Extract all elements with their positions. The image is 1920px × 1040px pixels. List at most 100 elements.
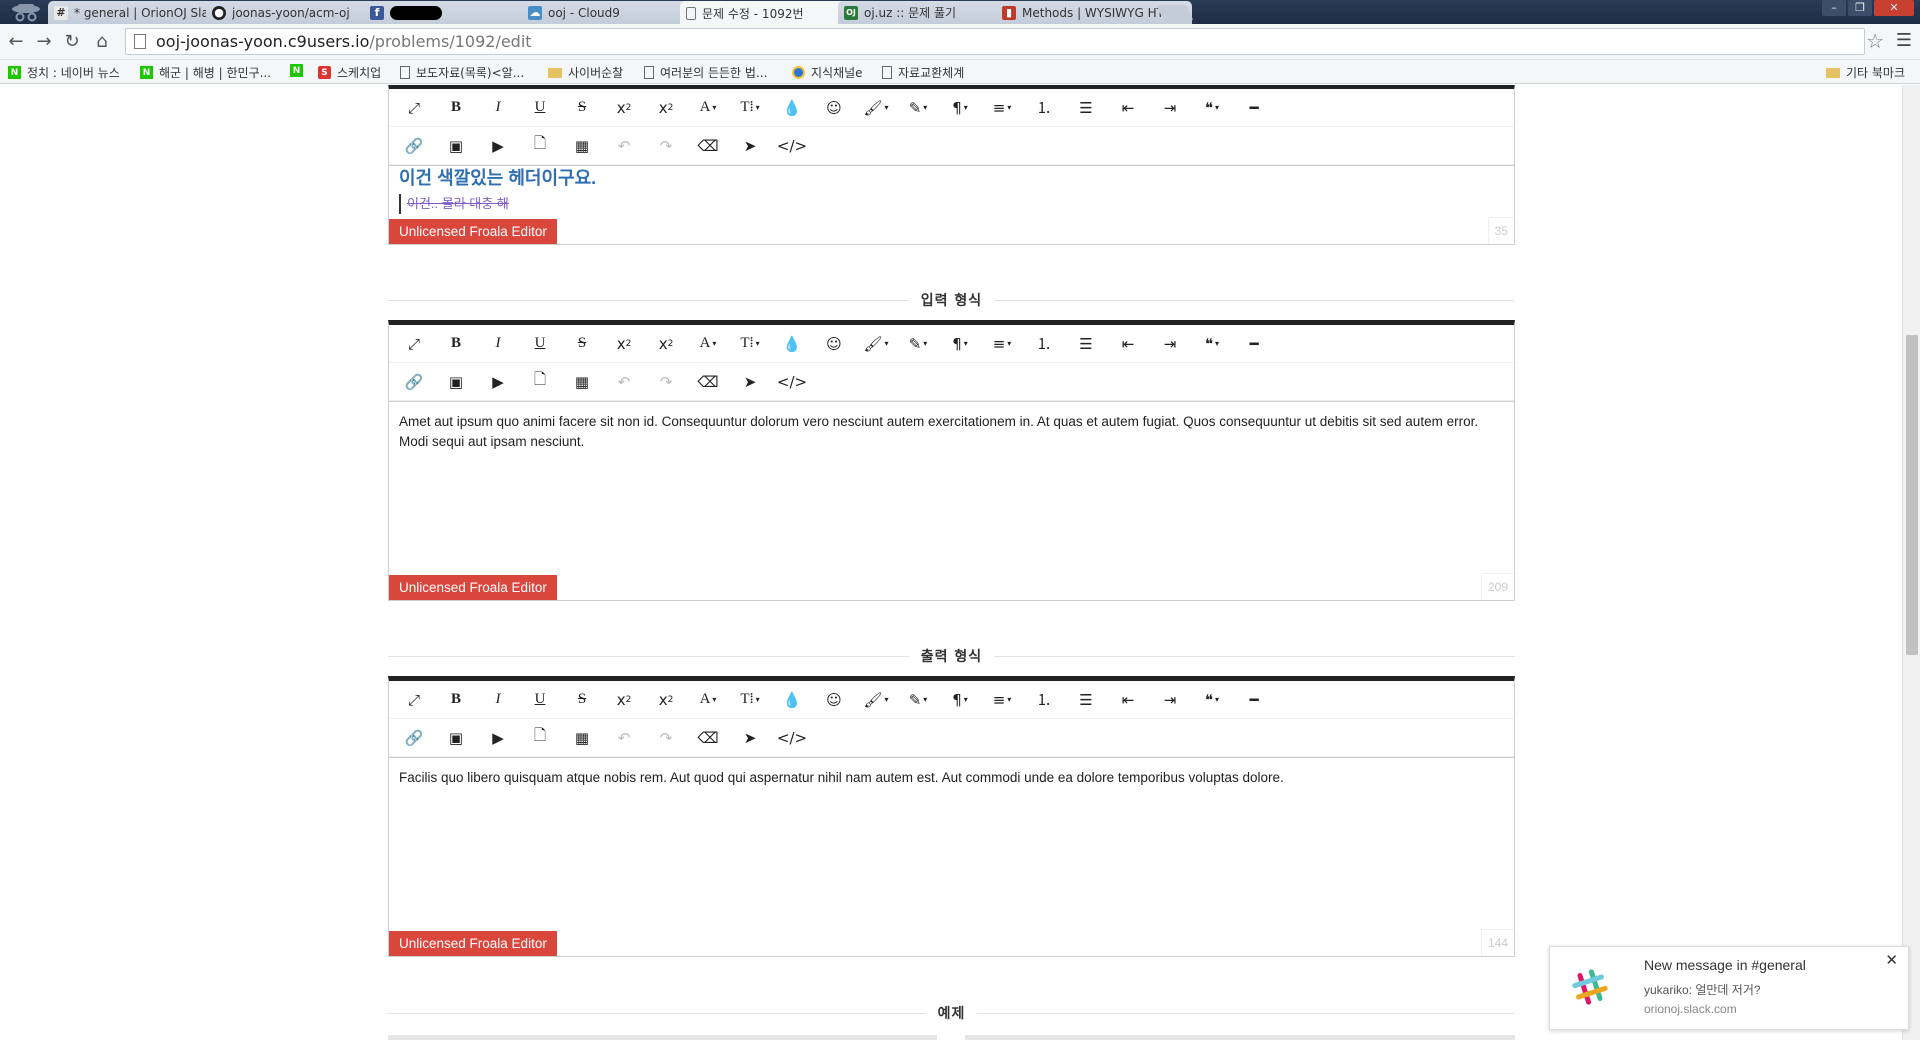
- window-close-icon[interactable]: ✕: [1874, 0, 1914, 16]
- font-size-icon[interactable]: T⁞ ▾: [729, 685, 771, 715]
- bookmark-item[interactable]: N 정치 : 네이버 뉴스: [8, 64, 120, 81]
- unordered-list-icon[interactable]: ☰: [1065, 93, 1107, 123]
- code-view-icon[interactable]: </>: [771, 131, 813, 161]
- unlicensed-badge[interactable]: Unlicensed Froala Editor: [389, 219, 557, 244]
- fullscreen-icon[interactable]: ⤢: [393, 685, 435, 715]
- horizontal-line-icon[interactable]: ━: [1233, 93, 1275, 123]
- bookmark-item[interactable]: 자료교환체계: [882, 64, 964, 81]
- clear-formatting-icon[interactable]: ⌫: [687, 131, 729, 161]
- bookmark-item[interactable]: 사이버순찰: [548, 64, 623, 81]
- outdent-icon[interactable]: ⇤: [1107, 685, 1149, 715]
- quote-icon[interactable]: ❝ ▾: [1191, 93, 1233, 123]
- align-icon[interactable]: ≡ ▾: [981, 685, 1023, 715]
- color-icon[interactable]: 💧: [771, 93, 813, 123]
- bookmark-item[interactable]: 여러분의 든든한 법...: [644, 64, 767, 81]
- italic-icon[interactable]: I: [477, 93, 519, 123]
- code-view-icon[interactable]: </>: [771, 723, 813, 753]
- address-bar[interactable]: ooj-joonas-yoon.c9users.io/problems/1092…: [125, 28, 1865, 55]
- editor-content[interactable]: Amet aut ipsum quo animi facere sit non …: [389, 401, 1514, 600]
- font-size-icon[interactable]: T⁞ ▾: [729, 93, 771, 123]
- underline-icon[interactable]: U: [519, 329, 561, 359]
- emoticons-icon[interactable]: ☺: [813, 93, 855, 123]
- paragraph-style-icon[interactable]: ✎ ▾: [897, 93, 939, 123]
- video-icon[interactable]: ▶: [477, 723, 519, 753]
- bold-icon[interactable]: B: [435, 93, 477, 123]
- quote-icon[interactable]: ❝ ▾: [1191, 685, 1233, 715]
- redo-icon[interactable]: ↷: [645, 723, 687, 753]
- strikethrough-icon[interactable]: S: [561, 329, 603, 359]
- align-icon[interactable]: ≡ ▾: [981, 93, 1023, 123]
- table-icon[interactable]: ▦: [561, 131, 603, 161]
- color-icon[interactable]: 💧: [771, 685, 813, 715]
- font-family-icon[interactable]: A ▾: [687, 93, 729, 123]
- clear-formatting-icon[interactable]: ⌫: [687, 367, 729, 397]
- unlicensed-badge[interactable]: Unlicensed Froala Editor: [389, 575, 557, 600]
- strikethrough-icon[interactable]: S: [561, 685, 603, 715]
- emoticons-icon[interactable]: ☺: [813, 329, 855, 359]
- select-all-icon[interactable]: ➤: [729, 367, 771, 397]
- table-icon[interactable]: ▦: [561, 367, 603, 397]
- close-icon[interactable]: ✕: [1885, 951, 1898, 969]
- superscript-icon[interactable]: x2: [645, 329, 687, 359]
- editor-content[interactable]: 이건 색깔있는 헤더이구요. 이건.. 몰라 대충 해 Unlicensed F…: [389, 165, 1514, 244]
- subscript-icon[interactable]: x2: [603, 329, 645, 359]
- select-all-icon[interactable]: ➤: [729, 131, 771, 161]
- undo-icon[interactable]: ↶: [603, 131, 645, 161]
- ordered-list-icon[interactable]: ⒈: [1023, 93, 1065, 123]
- video-icon[interactable]: ▶: [477, 367, 519, 397]
- italic-icon[interactable]: I: [477, 685, 519, 715]
- superscript-icon[interactable]: x2: [645, 93, 687, 123]
- subscript-icon[interactable]: x2: [603, 685, 645, 715]
- image-icon[interactable]: ▣: [435, 131, 477, 161]
- fullscreen-icon[interactable]: ⤢: [393, 93, 435, 123]
- other-bookmarks[interactable]: 기타 북마크: [1826, 64, 1905, 81]
- unlicensed-badge[interactable]: Unlicensed Froala Editor: [389, 931, 557, 956]
- horizontal-line-icon[interactable]: ━: [1233, 329, 1275, 359]
- indent-icon[interactable]: ⇥: [1149, 685, 1191, 715]
- paragraph-style-icon[interactable]: ✎ ▾: [897, 329, 939, 359]
- image-icon[interactable]: ▣: [435, 367, 477, 397]
- reload-icon[interactable]: ↻: [62, 32, 82, 52]
- unordered-list-icon[interactable]: ☰: [1065, 329, 1107, 359]
- unordered-list-icon[interactable]: ☰: [1065, 685, 1107, 715]
- bookmark-item[interactable]: N: [290, 64, 309, 77]
- file-icon[interactable]: 🗋: [519, 131, 561, 161]
- back-icon[interactable]: ←: [6, 32, 26, 52]
- bookmark-star-icon[interactable]: ☆: [1866, 29, 1884, 53]
- table-icon[interactable]: ▦: [561, 723, 603, 753]
- font-family-icon[interactable]: A ▾: [687, 329, 729, 359]
- scrollbar-thumb[interactable]: [1906, 335, 1918, 655]
- bold-icon[interactable]: B: [435, 685, 477, 715]
- select-all-icon[interactable]: ➤: [729, 723, 771, 753]
- link-icon[interactable]: 🔗: [393, 723, 435, 753]
- outdent-icon[interactable]: ⇤: [1107, 93, 1149, 123]
- file-icon[interactable]: 🗋: [519, 367, 561, 397]
- redo-icon[interactable]: ↷: [645, 367, 687, 397]
- inline-style-icon[interactable]: 🖌 ▾: [855, 329, 897, 359]
- align-icon[interactable]: ≡ ▾: [981, 329, 1023, 359]
- undo-icon[interactable]: ↶: [603, 367, 645, 397]
- color-icon[interactable]: 💧: [771, 329, 813, 359]
- bookmark-item[interactable]: 지식채널e: [792, 64, 863, 81]
- page-scrollbar[interactable]: [1902, 85, 1920, 1040]
- slack-notification[interactable]: New message in #general yukariko: 얼만데 저거…: [1549, 946, 1909, 1030]
- horizontal-line-icon[interactable]: ━: [1233, 685, 1275, 715]
- editor-content[interactable]: Facilis quo libero quisquam atque nobis …: [389, 757, 1514, 956]
- code-view-icon[interactable]: </>: [771, 367, 813, 397]
- font-size-icon[interactable]: T⁞ ▾: [729, 329, 771, 359]
- inline-style-icon[interactable]: 🖌 ▾: [855, 685, 897, 715]
- bold-icon[interactable]: B: [435, 329, 477, 359]
- image-icon[interactable]: ▣: [435, 723, 477, 753]
- bookmark-item[interactable]: 보도자료(목록)<알...: [400, 64, 524, 81]
- paragraph-style-icon[interactable]: ✎ ▾: [897, 685, 939, 715]
- file-icon[interactable]: 🗋: [519, 723, 561, 753]
- ordered-list-icon[interactable]: ⒈: [1023, 329, 1065, 359]
- home-icon[interactable]: ⌂: [92, 32, 112, 52]
- underline-icon[interactable]: U: [519, 685, 561, 715]
- fullscreen-icon[interactable]: ⤢: [393, 329, 435, 359]
- clear-formatting-icon[interactable]: ⌫: [687, 723, 729, 753]
- bookmark-item[interactable]: S 스케치업: [318, 64, 381, 81]
- font-family-icon[interactable]: A ▾: [687, 685, 729, 715]
- inline-style-icon[interactable]: 🖌 ▾: [855, 93, 897, 123]
- paragraph-format-icon[interactable]: ¶ ▾: [939, 329, 981, 359]
